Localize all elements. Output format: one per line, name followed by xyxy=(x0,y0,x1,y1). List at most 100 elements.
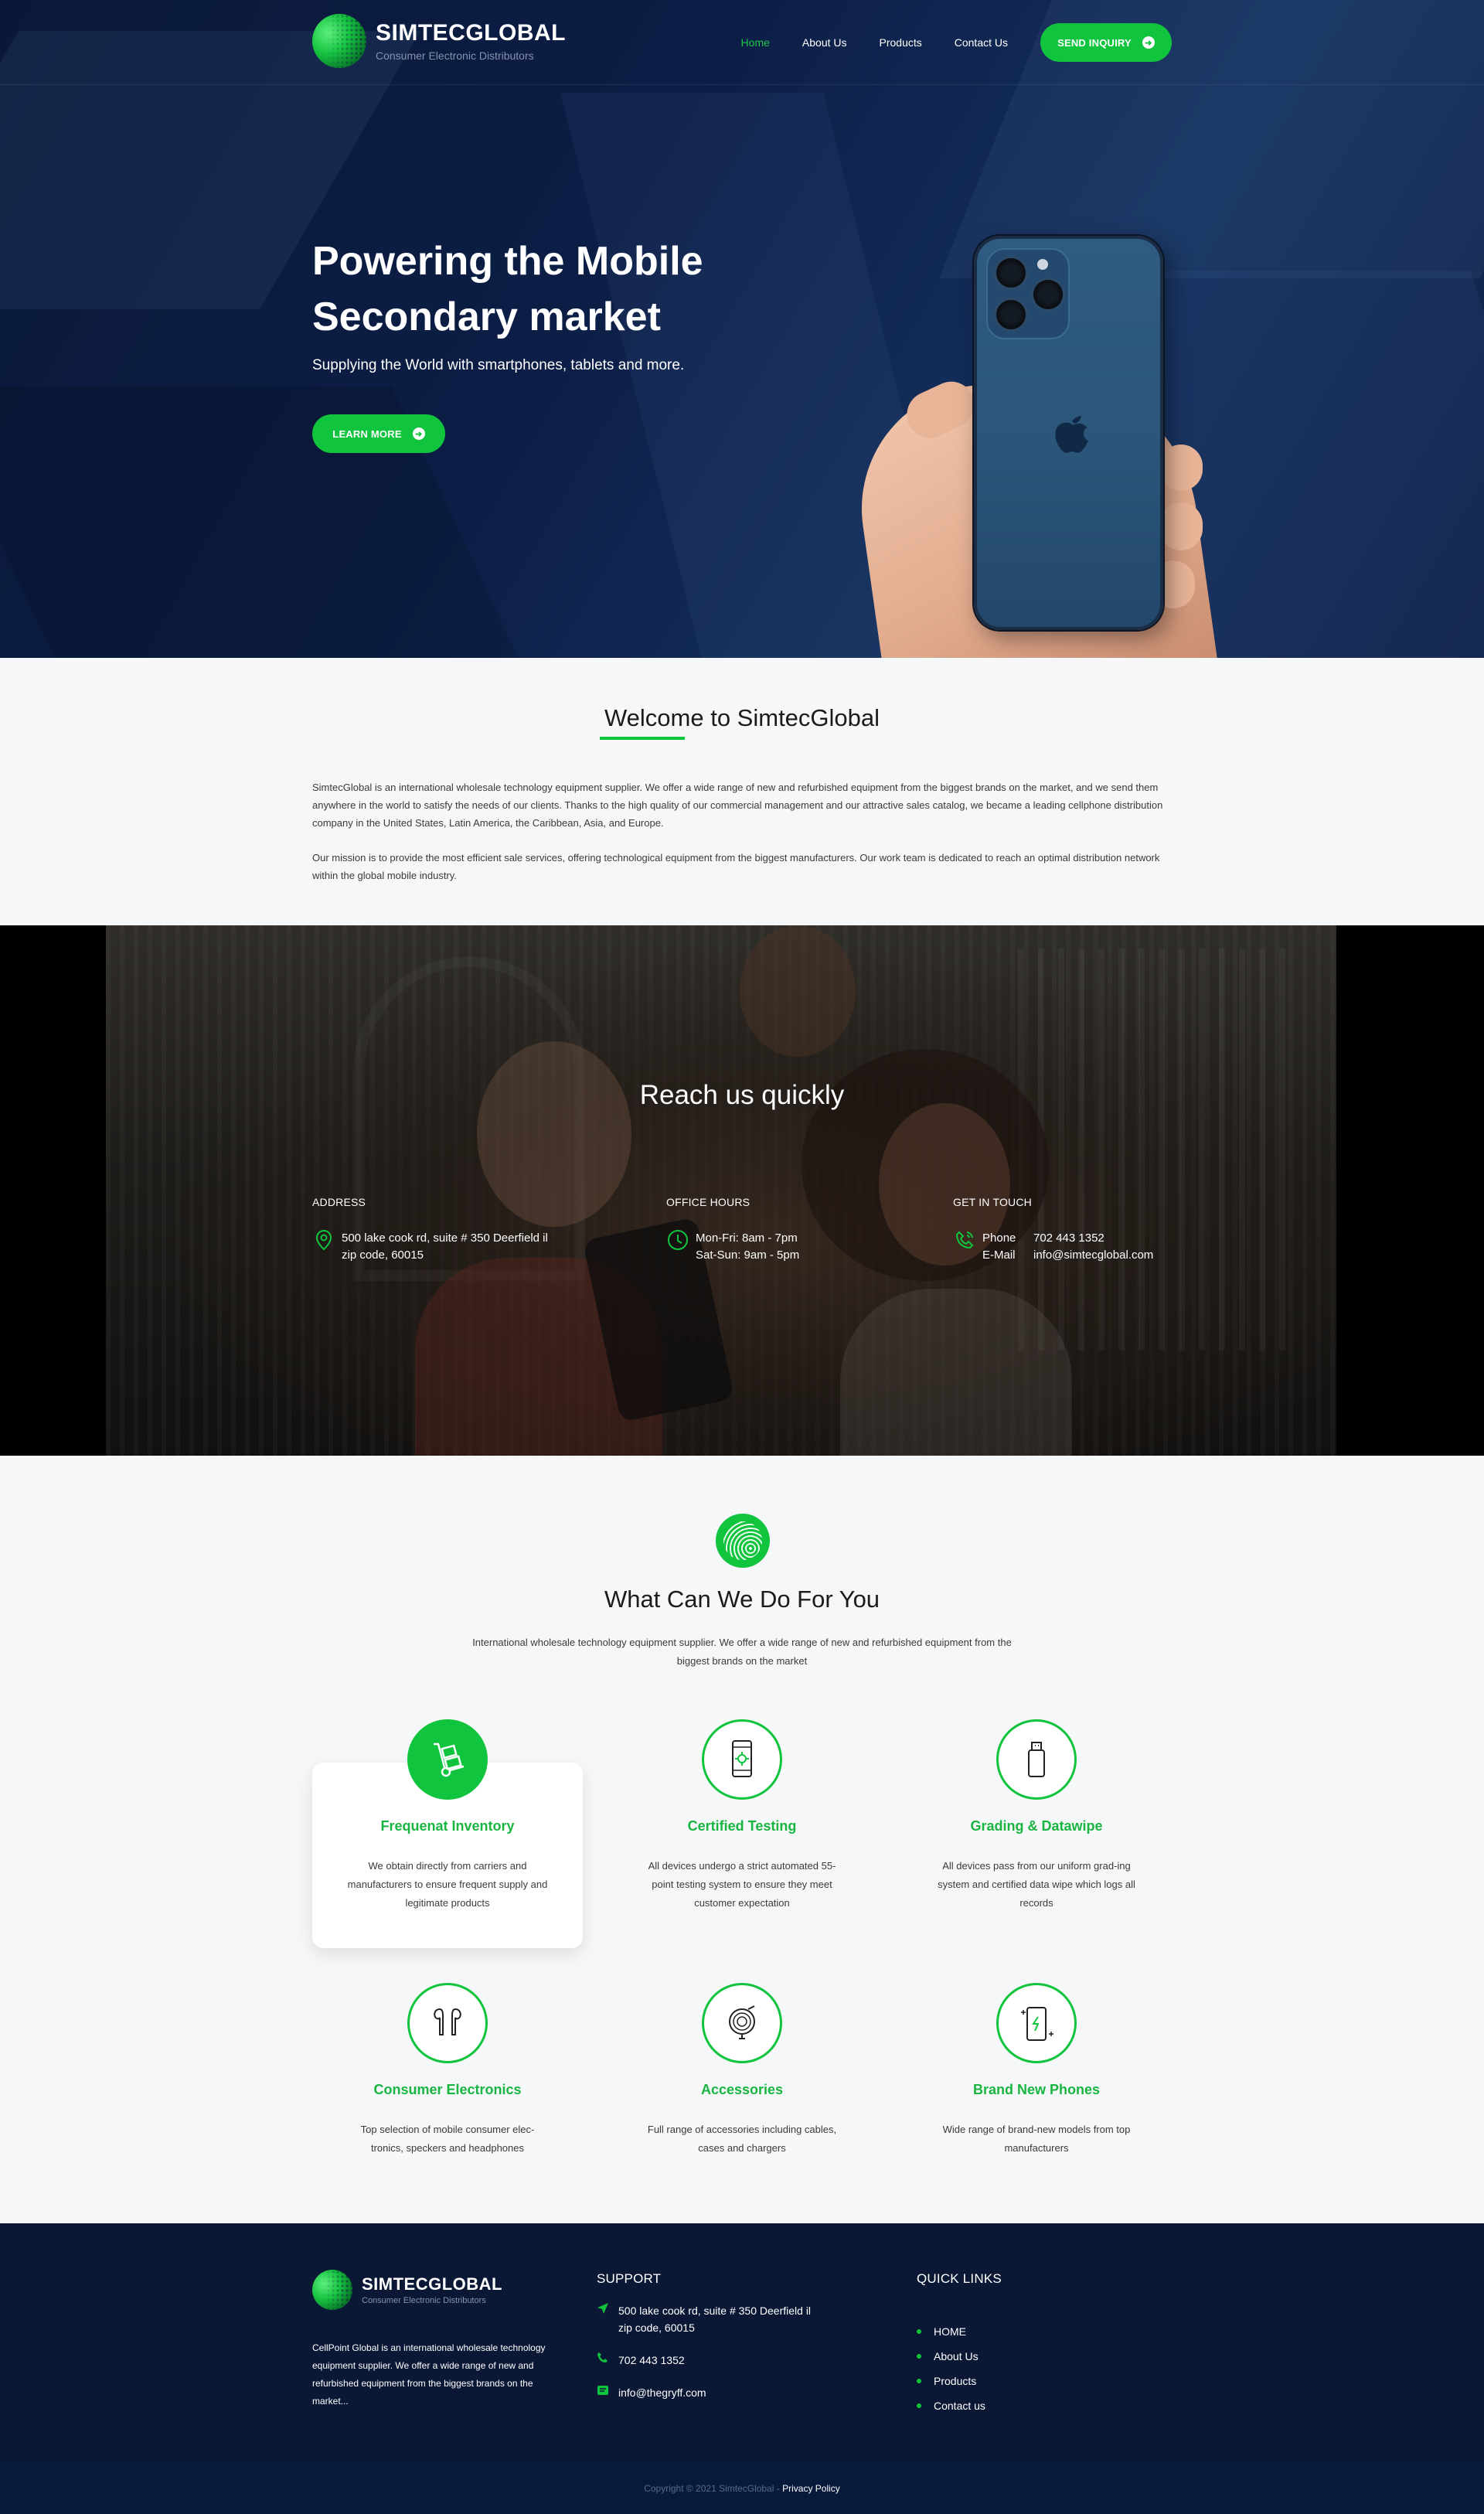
usb-drive-icon xyxy=(996,1719,1077,1800)
hours-line: Sat-Sun: 9am - 5pm xyxy=(696,1248,800,1262)
phone-icon xyxy=(597,2352,612,2369)
service-card[interactable]: Frequenat Inventory We obtain directly f… xyxy=(312,1719,583,1948)
footer-email[interactable]: info@thegryff.com xyxy=(618,2384,706,2401)
earbuds-icon xyxy=(407,1983,488,2063)
phone-key: Phone xyxy=(982,1231,1016,1245)
service-description: Full range of accessories including cabl… xyxy=(647,2124,837,2154)
brand-name: SIMTECGLOBAL xyxy=(376,20,566,46)
office-hours-label: OFFICE HOURS xyxy=(666,1196,751,1208)
nav-about-us[interactable]: About Us xyxy=(802,36,847,49)
footer-support: SUPPORT 500 lake cook rd, suite # 350 De… xyxy=(597,2271,811,2401)
quick-links-heading: QUICK LINKS xyxy=(917,2271,1002,2286)
contact-block: GET IN TOUCH Phone 702 443 1352 E-Mail inf… xyxy=(953,1196,1153,1264)
nav-products[interactable]: Products xyxy=(880,36,922,49)
service-title: Grading & Datawipe xyxy=(970,1818,1103,1834)
camera-lens xyxy=(994,256,1028,290)
service-card[interactable]: Accessories Full range of accessories in… xyxy=(607,1983,877,2212)
footer-link-about-us[interactable]: About Us xyxy=(917,2344,1002,2369)
reach-us-section: Reach us quickly ADDRESS 500 lake cook r… xyxy=(0,925,1484,1456)
email-icon xyxy=(597,2384,612,2401)
hero-subtitle: Supplying the World with smartphones, ta… xyxy=(312,357,685,373)
service-description: All devices pass from our uniform grad-i… xyxy=(938,1860,1135,1909)
main-nav: Home About Us Products Contact Us SEND I… xyxy=(741,23,1172,62)
service-title: Accessories xyxy=(700,2082,784,2097)
footer-link-contact-us[interactable]: Contact us xyxy=(917,2393,1002,2418)
nav-home[interactable]: Home xyxy=(741,36,770,49)
smartphone-image xyxy=(974,236,1163,630)
footer-link-products[interactable]: Products xyxy=(917,2369,1002,2393)
arrow-right-icon: ➜ xyxy=(412,428,425,440)
brand-name: SIMTECGLOBAL xyxy=(362,2274,502,2294)
service-description: Top selection of mobile consumer elec-tr… xyxy=(360,2124,535,2154)
learn-more-button[interactable]: LEARN MORE ➜ xyxy=(312,414,445,453)
service-description: Wide range of brand-new models from top … xyxy=(942,2124,1131,2154)
services-intro: International wholesale technology equip… xyxy=(472,1637,1012,1667)
brand-tagline: Consumer Electronic Distributors xyxy=(376,49,534,62)
reach-title: Reach us quickly xyxy=(639,1080,845,1110)
service-card[interactable]: Certified Testing All devices undergo a … xyxy=(607,1719,877,1948)
footer-quick-links: QUICK LINKS HOME About Us Products Conta… xyxy=(917,2271,1002,2418)
footer-phone[interactable]: 702 443 1352 xyxy=(618,2352,685,2369)
services-section: What Can We Do For You International who… xyxy=(0,1456,1484,2223)
globe-logo-icon xyxy=(312,14,366,68)
service-title: Brand New Phones xyxy=(972,2082,1101,2097)
service-title: Frequenat Inventory xyxy=(380,1818,515,1834)
footer-address-line: zip code, 60015 xyxy=(618,2322,695,2334)
phone-test-icon xyxy=(702,1719,782,1800)
title-underline xyxy=(600,737,685,740)
support-heading: SUPPORT xyxy=(597,2271,662,2286)
service-title: Consumer Electronics xyxy=(373,2082,522,2097)
address-line: 500 lake cook rd, suite # 350 Deerfield … xyxy=(342,1231,548,1245)
brand-logo[interactable]: SIMTECGLOBAL Consumer Electronic Distrib… xyxy=(312,14,566,68)
nav-contact-us[interactable]: Contact Us xyxy=(955,36,1008,49)
office-hours-block: OFFICE HOURS Mon-Fri: 8am - 7pm Sat-Sun:… xyxy=(666,1196,799,1264)
hand-truck-icon xyxy=(407,1719,488,1800)
send-inquiry-label: SEND INQUIRY xyxy=(1057,36,1132,49)
hand-finger xyxy=(1159,502,1203,550)
navigation-arrow-icon xyxy=(597,2302,612,2336)
service-card[interactable]: Grading & Datawipe All devices pass from… xyxy=(901,1719,1172,1948)
learn-more-label: LEARN MORE xyxy=(332,428,402,440)
camera-lens xyxy=(994,298,1028,332)
hero-copy: Powering the Mobile Secondary market Sup… xyxy=(312,233,807,453)
privacy-policy-link[interactable]: Privacy Policy xyxy=(782,2483,840,2494)
footer-logo[interactable]: SIMTECGLOBAL Consumer Electronic Distrib… xyxy=(312,2270,502,2310)
service-description: We obtain directly from carriers and man… xyxy=(347,1860,548,1909)
copyright-text: Copyright © 2021 SimtecGlobal - xyxy=(644,2483,783,2494)
camera-flash xyxy=(1037,259,1048,270)
email-key: E-Mail xyxy=(982,1248,1016,1262)
hand-finger xyxy=(1159,445,1203,491)
footer-link-home[interactable]: HOME xyxy=(917,2319,1002,2344)
service-card[interactable]: Brand New Phones Wide range of brand-new… xyxy=(901,1983,1172,2212)
get-in-touch-label: GET IN TOUCH xyxy=(953,1196,1032,1208)
phone-icon xyxy=(955,1231,974,1249)
clock-icon xyxy=(668,1230,688,1250)
address-block: ADDRESS 500 lake cook rd, suite # 350 De… xyxy=(312,1196,548,1264)
service-description: All devices undergo a strict automated 5… xyxy=(648,1860,836,1909)
copyright-bar: Copyright © 2021 SimtecGlobal - Privacy … xyxy=(0,2463,1484,2514)
send-inquiry-button[interactable]: SEND INQUIRY ➜ xyxy=(1040,23,1172,62)
location-pin-icon xyxy=(315,1229,332,1251)
mission-paragraph: Our mission is to provide the most effic… xyxy=(312,852,1160,881)
brand-tagline: Consumer Electronic Distributors xyxy=(362,2296,486,2305)
footer-about-text: CellPoint Global is an international who… xyxy=(312,2342,546,2407)
top-navbar: SIMTECGLOBAL Consumer Electronic Distrib… xyxy=(0,0,1484,85)
address-line: zip code, 60015 xyxy=(342,1248,424,1262)
phone-value[interactable]: 702 443 1352 xyxy=(1033,1230,1104,1247)
service-title: Certified Testing xyxy=(687,1818,797,1834)
camera-lens xyxy=(1031,278,1065,312)
email-value[interactable]: info@simtecglobal.com xyxy=(1033,1247,1153,1264)
footer-address-line: 500 lake cook rd, suite # 350 Deerfield … xyxy=(618,2304,812,2317)
welcome-section: Welcome to SimtecGlobal SimtecGlobal is … xyxy=(0,658,1484,925)
globe-logo-icon xyxy=(312,2270,352,2310)
service-card[interactable]: Consumer Electronics Top selection of mo… xyxy=(312,1983,583,2212)
globe-logo-icon xyxy=(716,1514,770,1568)
new-phone-icon xyxy=(996,1983,1077,2063)
hours-line: Mon-Fri: 8am - 7pm xyxy=(696,1231,798,1245)
site-footer: SIMTECGLOBAL Consumer Electronic Distrib… xyxy=(0,2223,1484,2463)
cable-icon xyxy=(702,1983,782,2063)
photo-overlay xyxy=(106,925,1336,1456)
arrow-right-icon: ➜ xyxy=(1142,36,1155,49)
camera-module xyxy=(986,248,1070,339)
address-label: ADDRESS xyxy=(312,1196,366,1208)
